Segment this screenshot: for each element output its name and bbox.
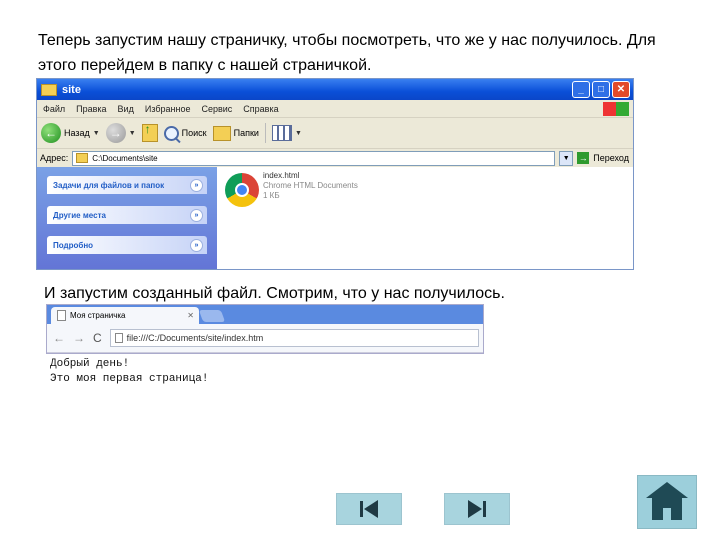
home-icon <box>646 482 688 498</box>
search-button[interactable]: Поиск <box>163 125 207 141</box>
chrome-icon <box>225 173 259 207</box>
explorer-title: site <box>62 83 81 96</box>
panel-file-tasks[interactable]: Задачи для файлов и папок » <box>47 176 207 194</box>
file-name: index.html <box>263 171 300 180</box>
explorer-toolbar: ← Назад ▼ → ▼ Поиск Папки ▼ <box>37 118 633 149</box>
address-input[interactable]: C:\Documents\site <box>72 150 556 166</box>
panel-details[interactable]: Подробно » <box>47 236 207 254</box>
folder-icon <box>41 83 57 96</box>
file-list: index.html Chrome HTML Documents 1 КБ <box>217 167 633 269</box>
explorer-menubar: Файл Правка Вид Избранное Сервис Справка <box>37 100 633 118</box>
explorer-titlebar: site _ □ ✕ <box>37 79 633 100</box>
explorer-body: Задачи для файлов и папок » Другие места… <box>37 167 633 269</box>
first-slide-button[interactable] <box>336 493 402 525</box>
triangle-right-icon <box>468 500 482 518</box>
address-bar: Адрес: C:\Documents\site ▼ → Переход <box>37 149 633 168</box>
panel-label: Другие места <box>53 210 106 220</box>
minimize-button[interactable]: _ <box>572 81 590 98</box>
chevron-down-icon: ▼ <box>128 129 136 137</box>
menu-view[interactable]: Вид <box>118 104 134 114</box>
bar-icon <box>483 501 486 517</box>
back-button[interactable]: ← Назад ▼ <box>41 123 100 143</box>
folders-icon <box>212 125 231 141</box>
panel-label: Подробно <box>53 240 94 250</box>
go-label[interactable]: Переход <box>593 153 629 163</box>
chevron-down-icon: ▼ <box>294 129 302 137</box>
maximize-button[interactable]: □ <box>592 81 610 98</box>
close-icon[interactable]: ✕ <box>187 311 194 320</box>
folders-button[interactable]: Папки <box>212 125 259 141</box>
chevron-down-icon[interactable]: » <box>190 238 203 252</box>
panel-label: Задачи для файлов и папок <box>53 180 165 190</box>
page-icon <box>57 310 66 321</box>
reload-icon[interactable]: C <box>93 331 102 345</box>
page-subtitle: Это моя первая страница! <box>50 373 209 385</box>
browser-window: Моя страничка ✕ ← → C file:///C:/Documen… <box>46 304 484 354</box>
menu-edit[interactable]: Правка <box>76 104 106 114</box>
explorer-window: site _ □ ✕ Файл Правка Вид Избранное Сер… <box>36 78 634 270</box>
url-value: file:///C:/Documents/site/index.htm <box>126 333 264 343</box>
browser-tab[interactable]: Моя страничка ✕ <box>51 307 199 324</box>
menu-favorites[interactable]: Избранное <box>145 104 191 114</box>
folder-up-icon[interactable] <box>141 122 158 142</box>
close-button[interactable]: ✕ <box>612 81 630 98</box>
home-button[interactable] <box>637 475 697 529</box>
menu-tools[interactable]: Сервис <box>201 104 232 114</box>
triangle-left-icon <box>364 500 378 518</box>
windows-logo-icon <box>603 101 629 116</box>
go-arrow-icon[interactable]: → <box>577 152 590 164</box>
back-label: Назад <box>64 128 90 138</box>
menu-file[interactable]: Файл <box>43 104 65 114</box>
home-icon-door <box>663 508 671 520</box>
chevron-down-icon[interactable]: » <box>190 178 203 192</box>
menu-help[interactable]: Справка <box>243 104 278 114</box>
forward-arrow-icon[interactable]: → <box>73 331 85 345</box>
page-icon <box>114 333 123 343</box>
folders-label: Папки <box>233 128 259 138</box>
url-input[interactable]: file:///C:/Documents/site/index.htm <box>109 329 479 347</box>
address-value: C:\Documents\site <box>92 153 158 163</box>
file-type: Chrome HTML Documents <box>263 181 358 190</box>
page-greeting: Добрый день! <box>50 358 130 370</box>
tab-title: Моя страничка <box>70 311 126 320</box>
last-slide-button[interactable] <box>444 493 510 525</box>
back-arrow-icon: ← <box>41 123 61 143</box>
file-size: 1 КБ <box>263 191 280 200</box>
search-label: Поиск <box>181 128 207 138</box>
intro-paragraph: Теперь запустим нашу страничку, чтобы по… <box>38 32 656 74</box>
browser-toolbar: ← → C file:///C:/Documents/site/index.ht… <box>47 324 483 353</box>
chevron-down-icon[interactable]: » <box>190 208 203 222</box>
views-button[interactable]: ▼ <box>271 125 302 141</box>
views-icon <box>271 125 292 141</box>
address-dropdown-button[interactable]: ▼ <box>559 150 574 166</box>
folder-icon <box>76 153 89 163</box>
task-pane: Задачи для файлов и папок » Другие места… <box>37 167 217 269</box>
forward-button[interactable]: → ▼ <box>105 123 136 143</box>
search-icon <box>163 125 179 141</box>
new-tab-button[interactable] <box>198 310 226 322</box>
panel-other-places[interactable]: Другие места » <box>47 206 207 224</box>
chevron-down-icon: ▼ <box>92 129 100 137</box>
toolbar-divider <box>264 123 266 143</box>
address-label: Адрес: <box>40 153 69 163</box>
back-arrow-icon[interactable]: ← <box>53 331 65 345</box>
run-file-paragraph: И запустим созданный файл. Смотрим, что … <box>44 285 505 302</box>
browser-tabstrip: Моя страничка ✕ <box>47 305 483 324</box>
bar-icon <box>360 501 363 517</box>
forward-arrow-icon: → <box>105 123 126 143</box>
